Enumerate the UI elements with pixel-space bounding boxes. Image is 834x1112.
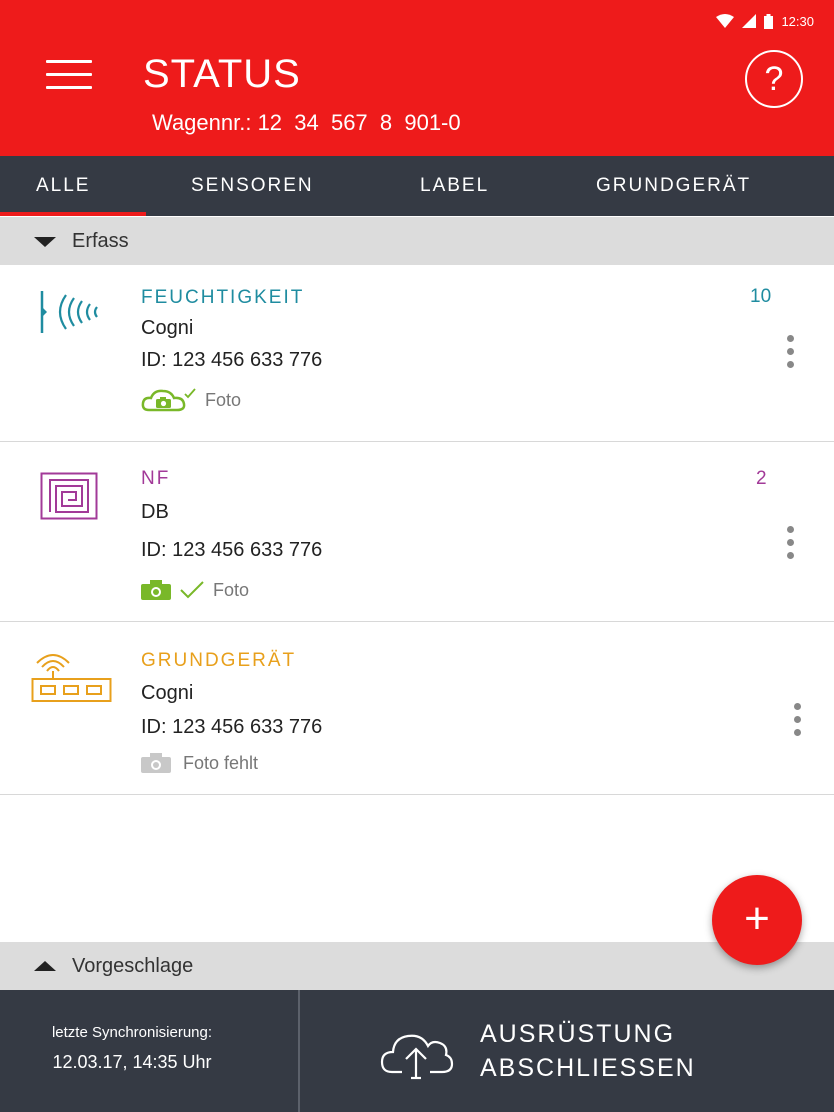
wifi-icon [716, 14, 735, 28]
tab-all[interactable]: ALLE [36, 156, 90, 216]
finish-label-line2: ABSCHLIESSEN [480, 1054, 696, 1082]
tab-bar: ALLE SENSOREN LABEL GRUNDGERÄT [0, 156, 834, 216]
app-header: 12:30 STATUS Wagennr.: 12 34 567 8 901-0… [0, 0, 834, 156]
base-device-icon [31, 654, 112, 702]
section-suggested-header[interactable]: Vorgeschlage [0, 942, 834, 990]
camera-missing-icon [141, 753, 171, 773]
item-id: ID: 123 456 633 776 [141, 539, 323, 561]
more-options-icon[interactable] [779, 526, 803, 566]
photo-status: Foto fehlt [141, 749, 258, 777]
item-count: 10 [750, 286, 772, 307]
nfc-label-icon [40, 472, 98, 520]
sync-timestamp: 12.03.17, 14:35 Uhr [52, 1052, 212, 1072]
humidity-sensor-icon [40, 291, 98, 333]
camera-icon [141, 580, 171, 600]
check-icon [180, 581, 204, 599]
page-title: STATUS [143, 52, 301, 96]
item-name: Cogni [141, 317, 194, 339]
item-id: ID: 123 456 633 776 [141, 349, 323, 371]
list-item-humidity[interactable]: FEUCHTIGKEIT 10 Cogni ID: 123 456 633 77… [0, 265, 834, 442]
section-captured-label: Erfass [72, 230, 129, 252]
item-name: Cogni [141, 682, 194, 704]
battery-icon [764, 13, 774, 29]
sync-label: letzte Synchronisierung: [51, 1024, 213, 1041]
system-status-bar: 12:30 [716, 10, 814, 32]
cellular-signal-icon [742, 14, 757, 28]
item-type: GRUNDGERÄT [141, 650, 297, 671]
item-type: FEUCHTIGKEIT [141, 287, 305, 308]
item-count: 2 [756, 468, 767, 489]
item-name: DB [141, 501, 169, 523]
caret-down-icon [34, 237, 56, 247]
photo-status: Foto [141, 576, 249, 604]
wagon-number: Wagennr.: 12 34 567 8 901-0 [152, 110, 461, 135]
finish-equipment-button[interactable]: AUSRÜSTUNG ABSCHLIESSEN [300, 990, 834, 1112]
item-type: NF [141, 468, 171, 489]
photo-status-label: Foto [205, 389, 242, 410]
caret-up-icon [34, 961, 56, 971]
help-button[interactable]: ? [745, 50, 803, 108]
finish-label-line1: AUSRÜSTUNG [480, 1020, 676, 1048]
sync-info: letzte Synchronisierung: 12.03.17, 14:35… [0, 990, 298, 1112]
cloud-camera-check-icon [141, 388, 196, 412]
item-id: ID: 123 456 633 776 [141, 716, 323, 738]
cloud-upload-icon [380, 1034, 454, 1080]
more-options-icon[interactable] [786, 703, 810, 743]
section-suggested-label: Vorgeschlage [72, 955, 194, 977]
hamburger-menu-icon[interactable] [46, 58, 94, 94]
list-item-base-device[interactable]: GRUNDGERÄT Cogni ID: 123 456 633 776 Fot… [0, 622, 834, 795]
bottom-bar: letzte Synchronisierung: 12.03.17, 14:35… [0, 990, 834, 1112]
photo-status: Foto [141, 386, 241, 414]
list-item-nf[interactable]: NF 2 DB ID: 123 456 633 776 Foto [0, 442, 834, 622]
tab-sensors[interactable]: SENSOREN [191, 156, 314, 216]
tab-base-device[interactable]: GRUNDGERÄT [596, 156, 751, 216]
more-options-icon[interactable] [779, 335, 803, 375]
tab-label[interactable]: LABEL [420, 156, 489, 216]
photo-status-label: Foto fehlt [183, 752, 259, 773]
photo-status-label: Foto [213, 579, 250, 600]
add-item-button[interactable]: + [712, 875, 802, 965]
active-tab-indicator [0, 212, 146, 216]
section-captured-header[interactable]: Erfass [0, 217, 834, 265]
clock: 12:30 [781, 13, 814, 29]
